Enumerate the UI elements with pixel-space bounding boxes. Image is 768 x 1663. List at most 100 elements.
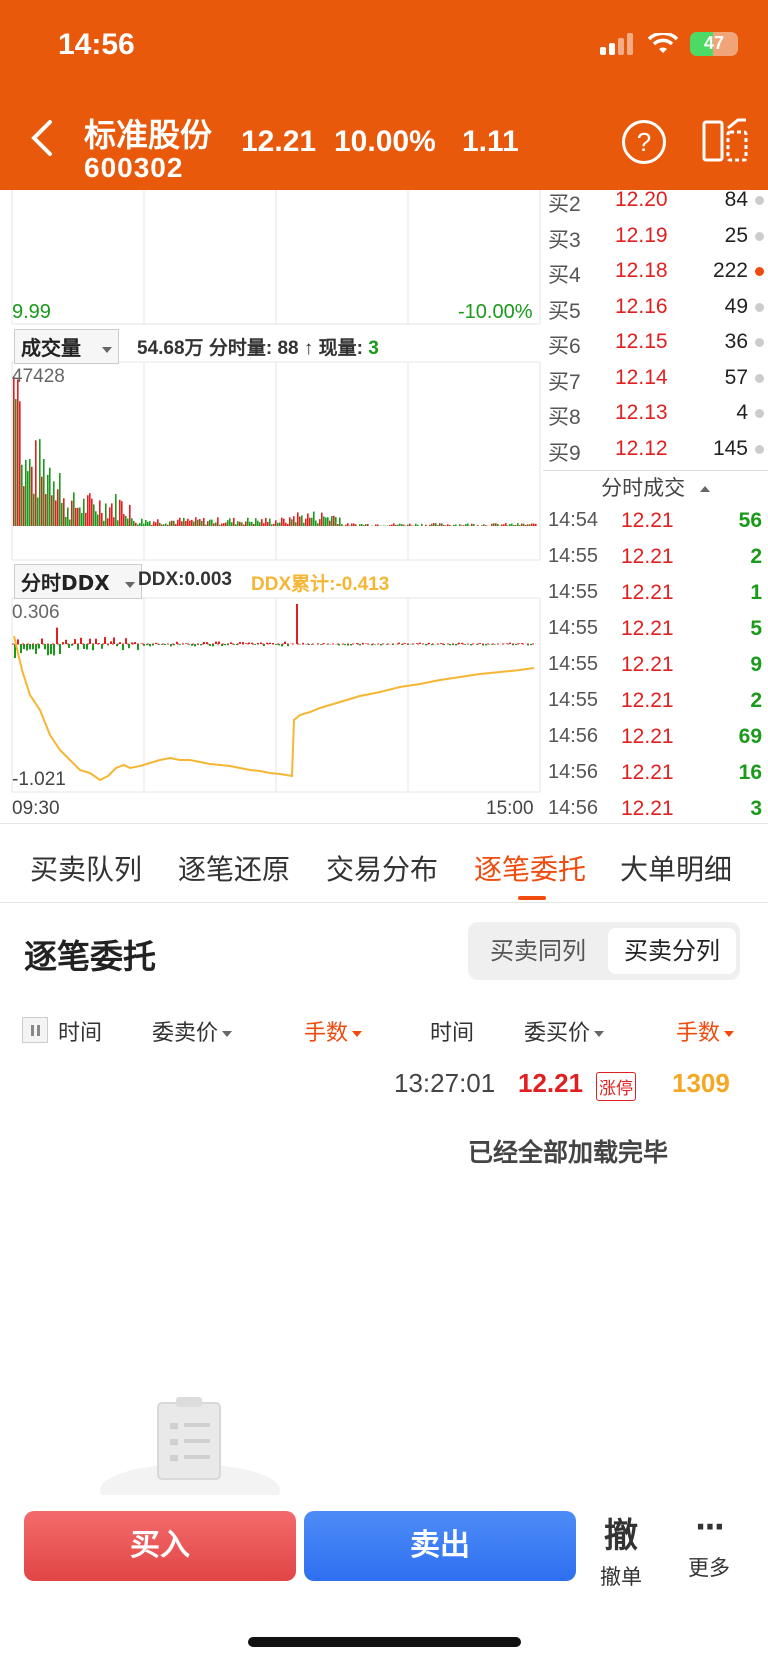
- pause-icon[interactable]: [22, 1017, 48, 1043]
- volume-bar: [365, 524, 367, 526]
- tab-large-orders[interactable]: 大单明细: [620, 848, 732, 888]
- volume-bar: [279, 522, 281, 526]
- volume-bar: [51, 495, 53, 526]
- ddx-bar: [53, 644, 55, 656]
- cancel-order-button[interactable]: 撤 撤单: [596, 1508, 646, 1591]
- ddx-bar: [119, 642, 121, 644]
- volume-bar: [403, 524, 405, 526]
- volume-bar: [29, 458, 31, 526]
- trade-time: 14:56: [548, 797, 599, 819]
- volume-bar: [181, 521, 183, 526]
- ddx-bar: [470, 644, 472, 646]
- volume-bar: [243, 524, 245, 526]
- switch-layout-icon[interactable]: [702, 118, 750, 164]
- ddx-bar: [137, 644, 139, 650]
- trade-time: 14:55: [548, 545, 599, 567]
- ddx-selector-label: 分时DDX: [21, 571, 110, 595]
- volume-bar: [531, 523, 533, 526]
- tab-tick-orders[interactable]: 逐笔委托: [474, 848, 586, 888]
- col-qty-right[interactable]: 手数: [676, 1015, 735, 1047]
- order-book-row: 买2 12.20 84: [543, 184, 768, 220]
- tab-order-queue[interactable]: 买卖队列: [30, 848, 142, 888]
- volume-bar: [485, 525, 487, 526]
- volume-bar: [347, 523, 349, 526]
- volume-bar: [417, 524, 419, 526]
- volume-bar: [507, 525, 509, 526]
- trades-header[interactable]: 分时成交: [543, 470, 768, 504]
- chart-canvas[interactable]: [0, 190, 542, 820]
- ddx-bar: [65, 639, 67, 644]
- volume-bar: [533, 523, 535, 526]
- volume-bar: [35, 440, 37, 526]
- volume-bar: [139, 523, 141, 526]
- ddx-bar: [224, 644, 226, 646]
- volume-bar: [79, 507, 81, 526]
- trade-time: 14:55: [548, 653, 599, 675]
- volume-bar: [125, 515, 127, 526]
- volume-bar: [297, 512, 299, 526]
- ddx-bar: [89, 638, 91, 644]
- volume-bar: [175, 524, 177, 526]
- volume-bar: [187, 518, 189, 526]
- toggle-split-column[interactable]: 买卖分列: [608, 928, 736, 974]
- volume-bar: [433, 523, 435, 526]
- volume-bar: [341, 524, 343, 526]
- volume-bar: [45, 494, 47, 526]
- clipboard-illustration-icon: [100, 1397, 280, 1495]
- col-qty-left[interactable]: 手数: [304, 1015, 363, 1047]
- order-dot-icon: [755, 196, 764, 205]
- volume-bar: [151, 524, 153, 526]
- volume-bar: [415, 523, 417, 526]
- bid-qty: 4: [736, 401, 748, 424]
- volume-bar: [67, 507, 69, 526]
- active-tab-indicator: [518, 896, 546, 900]
- tab-tick-restore[interactable]: 逐笔还原: [178, 848, 290, 888]
- more-button[interactable]: ··· 更多: [684, 1508, 734, 1582]
- volume-bar: [207, 521, 209, 526]
- volume-bar: [375, 524, 377, 526]
- volume-bar: [493, 523, 495, 526]
- ddx-bar: [77, 644, 79, 650]
- volume-bar: [77, 507, 79, 526]
- volume-bar: [327, 517, 329, 526]
- ddx-bar: [320, 644, 322, 645]
- volume-bar: [225, 522, 227, 526]
- ddx-bar: [122, 644, 124, 651]
- volume-bar: [177, 519, 179, 526]
- volume-bar: [23, 486, 25, 526]
- col-ask-price[interactable]: 委卖价: [152, 1015, 233, 1047]
- trade-price: 12.21: [621, 581, 674, 604]
- ddx-bar: [155, 642, 157, 644]
- ddx-bar: [374, 644, 376, 645]
- toggle-same-column[interactable]: 买卖同列: [474, 928, 602, 974]
- volume-indicator-selector[interactable]: 成交量: [14, 329, 119, 364]
- bid-price: 12.13: [615, 401, 668, 424]
- volume-bar: [437, 525, 439, 526]
- chevron-up-icon: [699, 486, 710, 492]
- change-percent: 10.00%: [334, 125, 436, 158]
- ddx-bar: [179, 644, 181, 645]
- ddx-indicator-selector[interactable]: 分时DDX: [14, 564, 142, 599]
- buy-button[interactable]: 买入: [24, 1511, 296, 1581]
- volume-bar: [525, 524, 527, 526]
- back-arrow-icon[interactable]: [28, 118, 54, 158]
- volume-bar: [267, 521, 269, 526]
- volume-bar: [25, 459, 27, 526]
- section-title: 逐笔委托: [24, 937, 156, 976]
- volume-bar: [453, 524, 455, 526]
- trade-time: 14:54: [548, 509, 599, 531]
- intraday-chart[interactable]: 9.99 -10.00% 成交量 54.68万 分时量: 88 ↑ 现量: 3 …: [0, 190, 542, 820]
- volume-bar: [21, 464, 23, 526]
- trade-volume: 69: [738, 725, 762, 748]
- help-icon[interactable]: ?: [622, 120, 666, 164]
- status-time: 14:56: [58, 28, 135, 61]
- volume-bar: [209, 519, 211, 526]
- tab-trade-distribution[interactable]: 交易分布: [326, 848, 438, 888]
- sell-button[interactable]: 卖出: [304, 1511, 576, 1581]
- volume-bar: [281, 517, 283, 526]
- volume-bar: [69, 519, 71, 526]
- col-bid-price[interactable]: 委买价: [524, 1015, 605, 1047]
- volume-bar: [309, 517, 311, 526]
- volume-bar: [521, 523, 523, 526]
- ddx-bar: [32, 644, 34, 650]
